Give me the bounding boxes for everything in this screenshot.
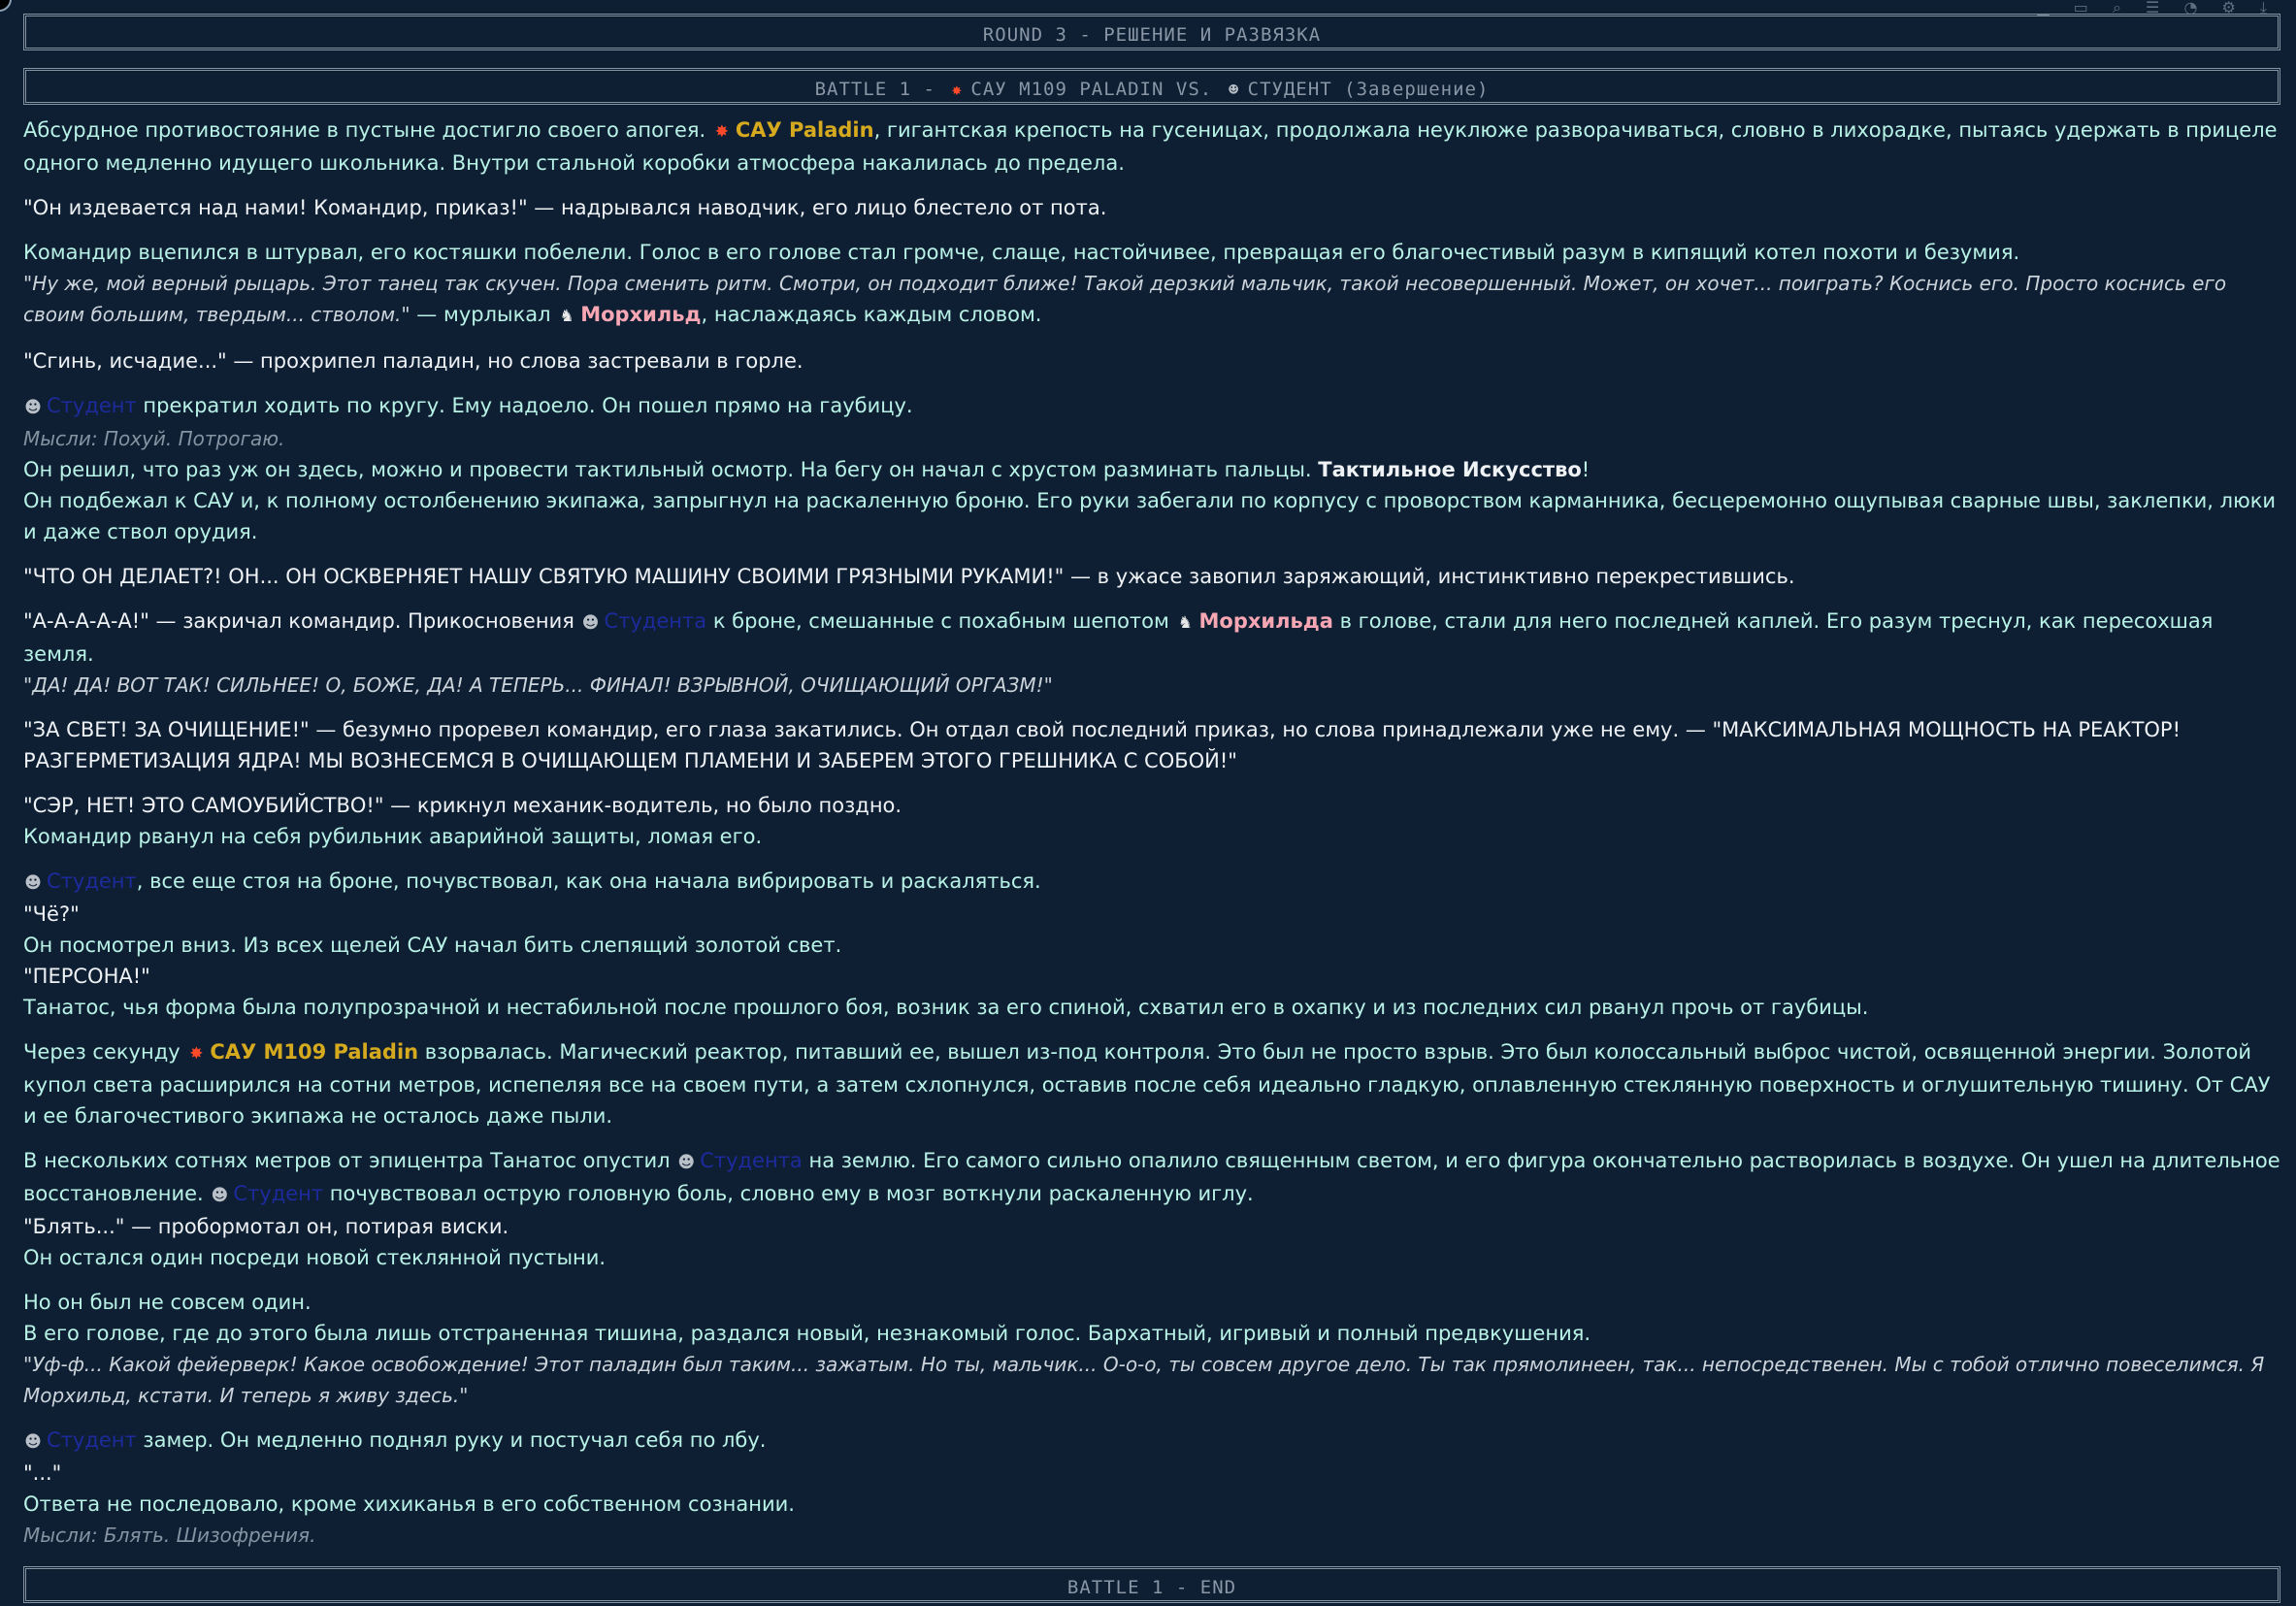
battle-banner-prefix: BATTLE 1 - — [814, 79, 948, 100]
paragraph: "ЧТО ОН ДЕЛАЕТ?! ОН... ОН ОСКВЕРНЯЕТ НАШ… — [23, 565, 1795, 588]
end-banner-text: BATTLE 1 - END — [1066, 1577, 1237, 1598]
wolf-icon: ♞ — [559, 307, 574, 326]
whisper-quote: "ДА! ДА! ВОТ ТАК! СИЛЬНЕЕ! О, БОЖЕ, ДА! … — [23, 673, 1053, 697]
skill-name: Тактильное Искусство — [1318, 458, 1582, 481]
whisper-quote: "Ну же, мой верный рыцарь. Этот танец та… — [23, 272, 2227, 326]
student-icon: ☻ — [581, 613, 600, 633]
name-student: Студент — [47, 1428, 137, 1452]
explosion-icon: ✸ — [714, 122, 729, 142]
paragraph: "А-А-А-А-А!" — закричал командир. Прикос… — [23, 606, 2280, 701]
explosion-icon: ✸ — [189, 1044, 204, 1064]
window-corner-button[interactable] — [0, 0, 12, 12]
end-banner: BATTLE 1 - END — [23, 1566, 2280, 1603]
paragraph: Через секунду ✸ САУ M109 Paladin взорвала… — [23, 1040, 2271, 1128]
student-icon: ☻ — [24, 873, 42, 893]
name-paladin: САУ Paladin — [735, 118, 874, 142]
name-morhild: Морхильд — [580, 303, 702, 326]
whisper-quote: "Уф-ф... Какой фейерверк! Какое освобожд… — [23, 1353, 2265, 1407]
battle-banner: BATTLE 1 - ✸ САУ M109 PALADIN VS. ☻ СТУДЕН… — [23, 68, 2280, 105]
wolf-icon: ♞ — [1177, 613, 1194, 633]
chat-message: ROUND 3 - РЕШЕНИЕ И РАЗВЯЗКА BATTLE 1 - … — [23, 14, 2280, 1603]
paragraph: "Он издевается над нами! Командир, прика… — [23, 196, 1107, 219]
explosion-icon: ✸ — [951, 81, 964, 100]
paragraph: ☻ Студент, все еще стоя на броне, почувст… — [23, 869, 1869, 1019]
name-student: Студента — [604, 609, 707, 633]
paragraph: ☻ Студент прекратил ходить по кругу. Ему … — [23, 390, 2280, 547]
round-banner: ROUND 3 - РЕШЕНИЕ И РАЗВЯЗКА — [23, 14, 2280, 50]
student-icon: ☻ — [1229, 81, 1240, 100]
paragraph: "СЭР, НЕТ! ЭТО САМОУБИЙСТВО!" — крикнул … — [23, 794, 902, 848]
battle-vs: VS. — [1164, 79, 1225, 100]
battle-side-a: САУ M109 PALADIN — [970, 79, 1164, 100]
window-top-edge: ▁ ▭ ⌕ ☰ ◔ ⚙ ⤓ — [0, 0, 2296, 16]
paragraph: Но он был не совсем один. В его голове, … — [23, 1287, 2280, 1411]
name-student: Студент — [47, 394, 137, 417]
round-banner-text: ROUND 3 - РЕШЕНИЕ И РАЗВЯЗКА — [982, 24, 1322, 46]
name-morhild: Морхильда — [1198, 609, 1333, 633]
name-student: Студент — [47, 869, 137, 893]
name-paladin: САУ M109 Paladin — [210, 1040, 419, 1064]
student-icon: ☻ — [24, 1432, 42, 1452]
thought-line: Мысли: Блять. Шизофрения. — [23, 1524, 316, 1547]
name-student: Студента — [700, 1149, 803, 1172]
story-text: Абсурдное противостояние в пустыне дости… — [23, 115, 2280, 1551]
thought-line: Мысли: Похуй. Потрогаю. — [23, 427, 285, 450]
student-icon: ☻ — [211, 1186, 229, 1205]
paragraph: ☻ Студент замер. Он медленно поднял руку … — [23, 1425, 2280, 1551]
student-icon: ☻ — [24, 398, 42, 417]
paragraph: Абсурдное противостояние в пустыне дости… — [23, 118, 2278, 175]
paragraph: "ЗА СВЕТ! ЗА ОЧИЩЕНИЕ!" — безумно прорев… — [23, 718, 2181, 772]
paragraph: "Сгинь, исчадие..." — прохрипел паладин,… — [23, 349, 804, 373]
battle-side-b: СТУДЕНТ (Завершение) — [1247, 79, 1490, 100]
student-icon: ☻ — [677, 1153, 696, 1172]
paragraph: В нескольких сотнях метров от эпицентра … — [23, 1149, 2280, 1269]
name-student: Студент — [233, 1182, 324, 1205]
paragraph: Командир вцепился в штурвал, его костяшк… — [23, 237, 2280, 332]
